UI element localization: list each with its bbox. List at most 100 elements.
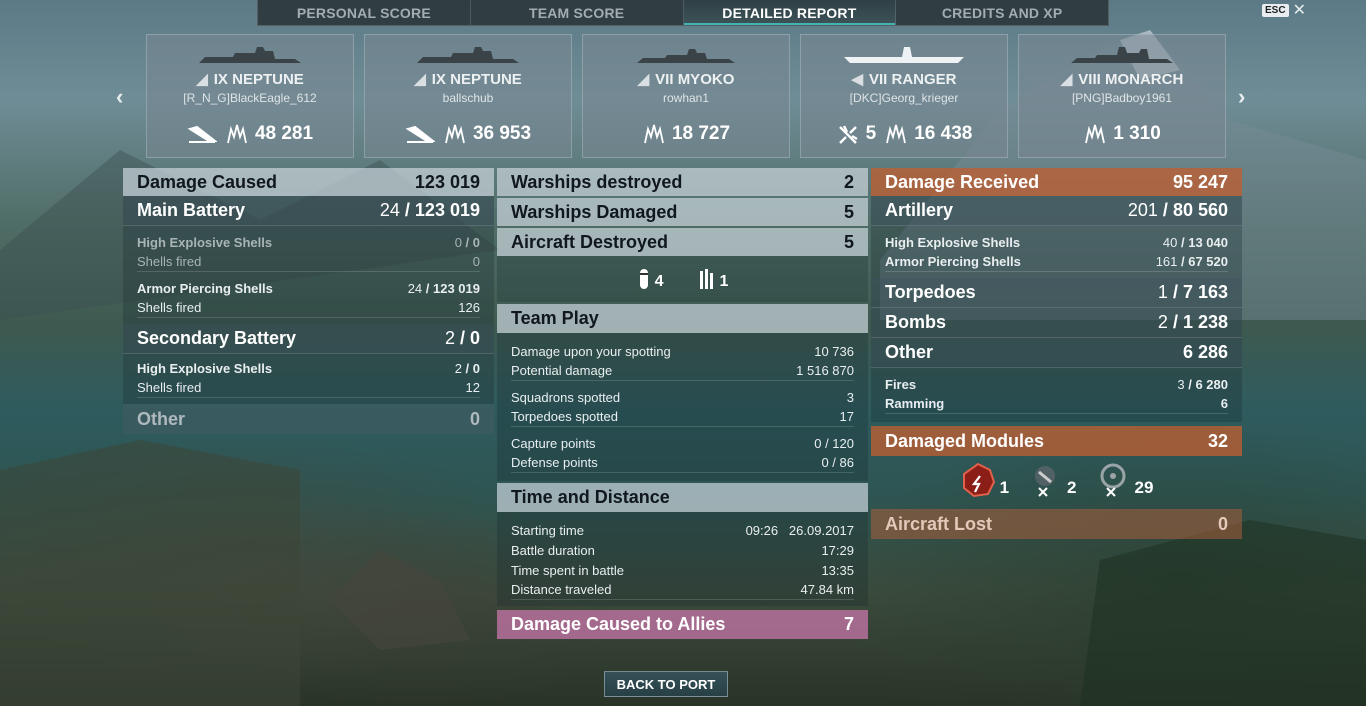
carrier-silhouette-icon [844,47,964,63]
ship-class-icon: ◢ [414,71,426,88]
kills-and-team-panel: Warships destroyed 2 Warships Damaged 5 Ai… [497,168,868,639]
ship-silhouette-icon [199,47,301,63]
ship-name: ◢ IX NEPTUNE [414,71,522,88]
main-battery-header: Main Battery 24 / 123 019 [123,196,494,226]
ship-silhouette-icon [417,47,519,63]
damage-burst-icon [644,124,664,144]
team-play-row: Defense points 0 / 86 [511,453,854,473]
damage-burst-icon [445,124,465,144]
damage-received-header: Damage Received 95 247 [871,168,1242,196]
ship-class-icon: ◢ [196,71,208,88]
damage-burst-icon [886,124,907,144]
he-shells-fired-row: Shells fired 0 [137,252,480,272]
engine-damaged-value: 1 [999,478,1010,497]
close-icon: ✕ [1292,1,1306,19]
esc-key-label: ESC [1262,4,1289,17]
ship-card[interactable]: ◢ VIII MONARCH [PNG]Badboy1961 1 310 [1018,34,1226,158]
damage-burst-icon [227,124,247,144]
aircraft-destroyed-row: Aircraft Destroyed 5 [497,228,868,256]
received-ap-row: Armor Piercing Shells 161 / 67 520 [885,252,1228,272]
bombers-destroyed-value: 4 [654,273,664,290]
player-name: [R_N_G]BlackEagle_612 [183,91,317,105]
warships-destroyed-row: Warships destroyed 2 [497,168,868,196]
team-play-row: Potential damage 1 516 870 [511,361,854,381]
turret-damaged-icon [1035,466,1056,497]
tab-bar: PERSONAL SCORE TEAM SCORE DETAILED REPOR… [257,0,1109,26]
ship-class-icon: ◢ [637,71,650,88]
torpedo-bombers-destroyed-value: 1 [719,273,729,290]
player-name: [DKC]Georg_krieger [849,91,959,105]
engine-damaged-icon [962,462,995,498]
ship-silhouette-icon [1071,47,1173,63]
damage-value: 1 310 [1113,123,1161,144]
ship-name: ◢ VII MYOKO [637,71,735,88]
secondary-battery-header: Secondary Battery 2 / 0 [123,324,494,354]
time-row: Time spent in battle 13:35 [511,562,854,578]
ship-name: ◢ IX NEPTUNE [196,71,304,88]
ship-class-icon: ◀ [851,71,863,88]
team-play-row: Torpedoes spotted 17 [511,407,854,427]
tab-credits-and-xp[interactable]: CREDITS AND XP [896,0,1108,25]
sunk-ship-icon [405,125,435,143]
ap-shells-row: Armor Piercing Shells 24 / 123 019 [137,280,480,296]
player-name: ballschub [442,91,494,105]
next-arrow-icon[interactable]: › [1238,84,1245,110]
time-and-distance-header: Time and Distance [497,483,868,512]
ship-card[interactable]: ◢ IX NEPTUNE ballschub 36 953 [364,34,572,158]
artillery-header: Artillery 201 / 80 560 [871,196,1242,226]
ship-card[interactable]: ◢ IX NEPTUNE [R_N_G]BlackEagle_612 48 281 [146,34,354,158]
damage-received-panel: Damage Received 95 247 Artillery 201 / 80 … [871,168,1242,539]
damage-value: 18 727 [671,123,731,144]
tab-team-score[interactable]: TEAM SCORE [471,0,684,25]
team-play-row: Damage upon your spotting 10 736 [511,343,854,359]
tab-personal-score[interactable]: PERSONAL SCORE [258,0,471,25]
player-name: rowhan1 [662,91,710,105]
ap-shells-fired-row: Shells fired 126 [137,298,480,318]
ship-name: ◢ VIII MONARCH [1060,71,1184,88]
time-row: Battle duration 17:29 [511,542,854,558]
secondary-he-row: High Explosive Shells 2 / 0 [137,360,480,376]
bombs-header: Bombs 2 / 1 238 [871,308,1242,338]
time-row: Starting time 09:26 26.09.2017 [511,522,854,538]
warships-damaged-row: Warships Damaged 5 [497,198,868,226]
other-received-header: Other 6 286 [871,338,1242,368]
ship-silhouette-icon [637,49,735,63]
kills-value: 5 [865,123,877,144]
close-button[interactable]: ESC ✕ [1262,1,1306,19]
team-play-header: Team Play [497,304,868,333]
torpedo-bomber-icon [699,269,713,289]
aircraft-lost-header: Aircraft Lost 0 [871,509,1242,539]
he-shells-row: High Explosive Shells 0 / 0 [137,234,480,250]
steering-damaged-icon [1100,463,1125,497]
team-play-row: Squadrons spotted 3 [511,389,854,405]
torpedoes-header: Torpedoes 1 / 7 163 [871,278,1242,308]
damage-caused-header: Damage Caused 123 019 [123,168,494,196]
time-row: Distance traveled 47.84 km [511,580,854,600]
secondary-fired-row: Shells fired 12 [137,378,480,398]
tab-detailed-report[interactable]: DETAILED REPORT [683,0,897,25]
ship-card[interactable]: ◀ VII RANGER [DKC]Georg_krieger 5 16 438 [800,34,1008,158]
bomber-icon [639,269,648,289]
damage-value: 36 953 [472,123,532,144]
previous-arrow-icon[interactable]: ‹ [116,84,123,110]
damage-value: 16 438 [914,123,973,144]
received-he-row: High Explosive Shells 40 / 13 040 [885,234,1228,250]
damage-caused-panel: Damage Caused 123 019 Main Battery 24 / 12… [123,168,494,434]
team-play-row: Capture points 0 / 120 [511,435,854,451]
ship-name: ◀ VII RANGER [851,71,957,88]
ship-card[interactable]: ◢ VII MYOKO rowhan1 18 727 [582,34,790,158]
damage-value: 48 281 [254,123,314,144]
turret-damaged-value: 2 [1067,478,1077,497]
aircraft-downed-icon [838,125,858,144]
steering-damaged-value: 29 [1134,478,1154,497]
player-name: [PNG]Badboy1961 [1071,91,1173,105]
ramming-row: Ramming 6 [885,394,1228,414]
damage-burst-icon [1085,124,1106,144]
damaged-modules-header: Damaged Modules 32 [871,426,1242,456]
other-damage-header: Other 0 [123,404,494,434]
damage-to-allies-header: Damage Caused to Allies 7 [497,610,868,639]
ship-class-icon: ◢ [1060,71,1073,88]
sunk-ship-icon [187,125,217,143]
back-to-port-button[interactable]: BACK TO PORT [604,671,728,697]
fires-row: Fires 3 / 6 280 [885,376,1228,392]
